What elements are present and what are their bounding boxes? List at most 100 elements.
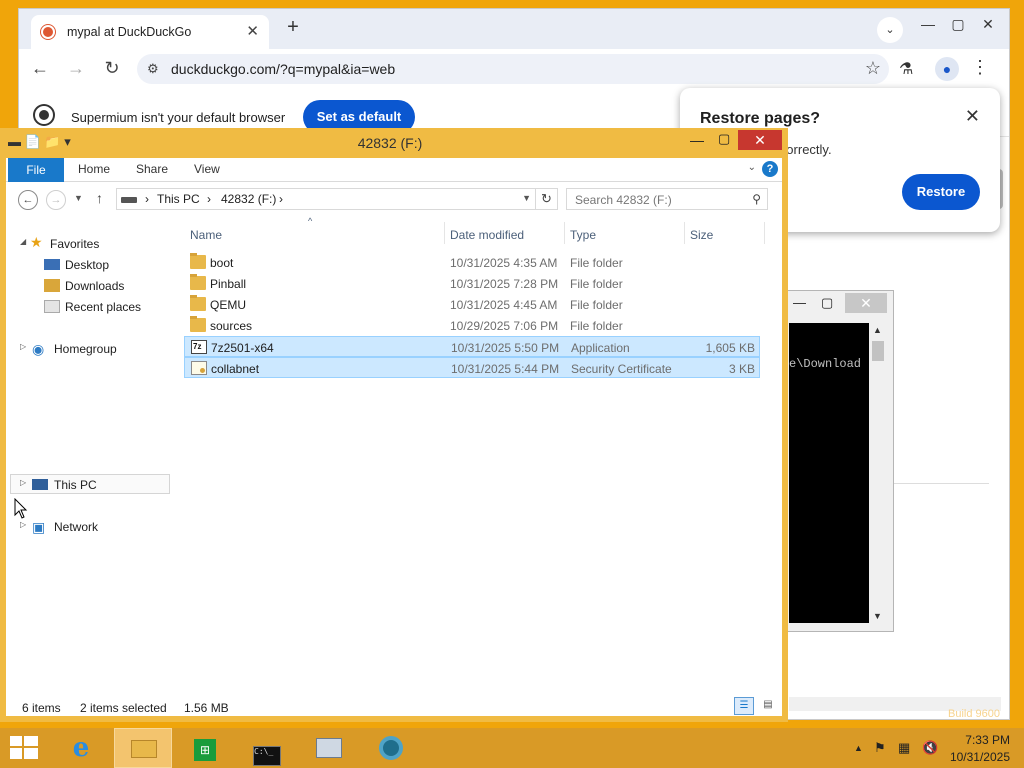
- details-view-icon[interactable]: ☰: [734, 697, 754, 715]
- restore-button[interactable]: Restore: [902, 174, 980, 210]
- column-header-date[interactable]: Date modified: [450, 228, 524, 250]
- scroll-up-icon[interactable]: ▲: [873, 325, 882, 335]
- expand-caret-icon[interactable]: ▷: [20, 520, 26, 529]
- breadcrumb-drive[interactable]: 42832 (F:): [221, 192, 276, 206]
- bookmark-star-icon[interactable]: ☆: [865, 58, 881, 79]
- show-hidden-icons-icon[interactable]: ▲: [854, 743, 863, 753]
- breadcrumb-sep-icon[interactable]: ›: [279, 192, 283, 206]
- file-type: Security Certificate: [571, 362, 672, 376]
- up-arrow-icon[interactable]: ↑: [96, 190, 103, 206]
- taskbar-command-prompt[interactable]: C:\_: [238, 728, 296, 768]
- address-bar[interactable]: ⚙ duckduckgo.com/?q=mypal&ia=web ☆: [137, 54, 889, 84]
- labs-flask-icon[interactable]: ⚗: [899, 59, 913, 79]
- browser-close-button[interactable]: ✕: [971, 13, 1005, 39]
- search-icon[interactable]: ⚲: [752, 192, 761, 206]
- reload-icon[interactable]: ↻: [99, 57, 125, 81]
- help-icon[interactable]: ?: [762, 161, 778, 177]
- column-header-type[interactable]: Type: [570, 228, 596, 250]
- file-row[interactable]: sources 10/29/2025 7:06 PM File folder: [184, 315, 760, 336]
- search-placeholder: Search 42832 (F:): [575, 193, 672, 207]
- file-row[interactable]: boot 10/31/2025 4:35 AM File folder: [184, 252, 760, 273]
- forward-arrow-icon[interactable]: →: [63, 57, 89, 81]
- column-header-name[interactable]: Name: [190, 228, 222, 250]
- folder-icon: [190, 253, 206, 269]
- tab-share[interactable]: Share: [136, 162, 168, 176]
- scroll-down-icon[interactable]: ▼: [873, 611, 882, 621]
- explorer-maximize-button[interactable]: ▢: [718, 131, 730, 147]
- column-divider[interactable]: [684, 222, 685, 244]
- action-center-flag-icon[interactable]: ⚑: [874, 740, 886, 756]
- file-row[interactable]: QEMU 10/31/2025 4:45 AM File folder: [184, 294, 760, 315]
- breadcrumb-sep-icon[interactable]: ›: [145, 192, 149, 206]
- taskbar: e ⊞ C:\_ ▲ ⚑ ▦ 🔇 7:33 PM 10/31/2025: [0, 728, 1024, 768]
- file-row[interactable]: collabnet 10/31/2025 5:44 PM Security Cert…: [184, 357, 760, 378]
- console-close-button[interactable]: ✕: [845, 293, 887, 313]
- file-date-modified: 10/29/2025 7:06 PM: [450, 319, 559, 333]
- column-divider[interactable]: [564, 222, 565, 244]
- console-minimize-button[interactable]: —: [793, 295, 806, 310]
- expand-caret-icon[interactable]: ▷: [20, 342, 26, 351]
- explorer-back-icon[interactable]: ←: [18, 190, 38, 210]
- tab-file[interactable]: File: [8, 158, 64, 182]
- ribbon-expand-icon[interactable]: ⌄: [748, 162, 756, 173]
- back-arrow-icon[interactable]: ←: [27, 57, 53, 81]
- file-explorer-window: ▬ 📄 📁 ▾ 42832 (F:) — ▢ ✕ File Home Share…: [0, 128, 788, 722]
- profile-avatar-icon[interactable]: ●: [935, 57, 959, 81]
- restore-title: Restore pages?: [700, 110, 821, 127]
- browser-tab[interactable]: mypal at DuckDuckGo ✕: [31, 15, 269, 49]
- expand-caret-icon[interactable]: ▷: [20, 478, 26, 487]
- explorer-window-title: 42832 (F:): [357, 135, 423, 151]
- column-divider[interactable]: [444, 222, 445, 244]
- start-windows-icon[interactable]: [10, 736, 38, 760]
- large-icons-view-icon[interactable]: ▤: [758, 697, 778, 715]
- column-divider[interactable]: [764, 222, 765, 244]
- command-prompt-window: — ▢ ✕ e\Download ▲ ▼: [778, 290, 894, 632]
- volume-muted-icon[interactable]: 🔇: [922, 740, 938, 756]
- address-dropdown-icon[interactable]: ▼: [522, 193, 531, 203]
- navigation-pane: ◢ ★ Favorites Desktop Downloads Recent p…: [6, 224, 176, 684]
- console-maximize-button[interactable]: ▢: [821, 295, 833, 311]
- network-tray-icon[interactable]: ▦: [898, 740, 910, 756]
- tab-home[interactable]: Home: [78, 162, 110, 176]
- tab-search-button[interactable]: ⌄: [877, 17, 903, 43]
- column-header-size[interactable]: Size: [690, 228, 713, 250]
- store-icon: ⊞: [190, 736, 220, 761]
- explorer-close-button[interactable]: ✕: [738, 130, 782, 150]
- explorer-search-input[interactable]: Search 42832 (F:) ⚲: [566, 188, 768, 210]
- console-scrollbar[interactable]: ▲ ▼: [869, 323, 887, 623]
- scroll-thumb[interactable]: [872, 341, 884, 361]
- recent-locations-icon[interactable]: ▼: [74, 193, 83, 203]
- homegroup-icon: ◉: [32, 341, 45, 357]
- browser-menu-icon[interactable]: ⋮: [971, 57, 989, 78]
- tab-view[interactable]: View: [194, 162, 220, 176]
- file-name: collabnet: [211, 362, 260, 376]
- refresh-icon[interactable]: ↻: [536, 188, 558, 210]
- restore-close-icon[interactable]: ✕: [965, 106, 980, 127]
- file-date-modified: 10/31/2025 7:28 PM: [450, 277, 559, 291]
- browser-minimize-button[interactable]: —: [911, 13, 945, 39]
- file-name: boot: [210, 256, 234, 270]
- duckduckgo-icon: [41, 25, 55, 39]
- site-info-icon[interactable]: ⚙: [147, 61, 159, 77]
- taskbar-supermium[interactable]: [362, 728, 420, 768]
- downloads-icon: [44, 279, 60, 292]
- breadcrumb-sep-icon[interactable]: ›: [207, 192, 211, 206]
- browser-maximize-button[interactable]: ▢: [941, 13, 975, 39]
- taskbar-internet-explorer[interactable]: e: [52, 728, 110, 768]
- file-row[interactable]: Pinball 10/31/2025 7:28 PM File folder: [184, 273, 760, 294]
- file-row[interactable]: 7z2501-x64 10/31/2025 5:50 PM Application 1…: [184, 336, 760, 357]
- taskbar-file-explorer[interactable]: [114, 728, 172, 768]
- explorer-address-bar[interactable]: › This PC › 42832 (F:) › ▼: [116, 188, 536, 210]
- new-tab-button[interactable]: +: [281, 16, 305, 40]
- taskbar-store[interactable]: ⊞: [176, 728, 234, 768]
- tab-close-icon[interactable]: ✕: [246, 22, 259, 40]
- taskbar-resource-monitor[interactable]: [300, 728, 358, 768]
- file-size: 3 KB: [728, 362, 755, 376]
- explorer-minimize-button[interactable]: —: [690, 132, 704, 148]
- browser-logo-icon: [35, 106, 53, 124]
- clock-time[interactable]: 7:33 PM: [954, 733, 1010, 747]
- clock-date[interactable]: 10/31/2025: [946, 750, 1010, 764]
- explorer-forward-icon[interactable]: →: [46, 190, 66, 210]
- breadcrumb-this-pc[interactable]: This PC: [157, 192, 200, 206]
- collapse-caret-icon[interactable]: ◢: [20, 237, 26, 246]
